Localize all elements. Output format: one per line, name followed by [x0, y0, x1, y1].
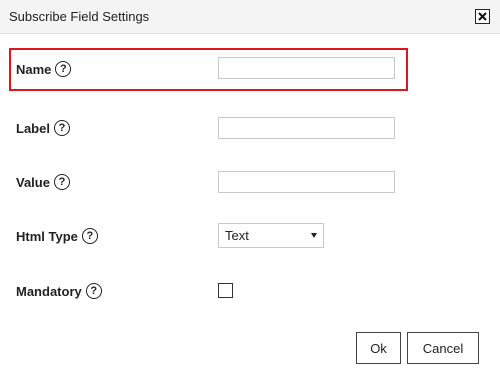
label-field-label: Label ? [16, 118, 70, 138]
mandatory-checkbox[interactable] [218, 283, 233, 298]
dialog-titlebar: Subscribe Field Settings [0, 0, 500, 34]
name-label-text: Name [16, 61, 52, 77]
value-label-text: Value [16, 174, 50, 190]
question-circle-icon[interactable]: ? [53, 174, 70, 190]
name-field-label: Name ? [16, 59, 72, 79]
html-type-label-text: Html Type [16, 228, 78, 244]
html-type-field-label: Html Type ? [16, 226, 98, 246]
value-input[interactable] [218, 171, 395, 193]
mandatory-label-text: Mandatory [16, 283, 82, 299]
cancel-button[interactable]: Cancel [407, 332, 479, 364]
question-circle-icon[interactable]: ? [55, 61, 72, 77]
close-button[interactable] [475, 9, 490, 24]
label-label-text: Label [16, 120, 50, 136]
question-circle-icon[interactable]: ? [81, 228, 98, 244]
html-type-select[interactable]: Text [218, 223, 324, 248]
value-field-label: Value ? [16, 172, 70, 192]
question-circle-icon[interactable]: ? [85, 283, 102, 299]
subscribe-field-settings-dialog: Subscribe Field Settings Name ? Label ? … [0, 0, 500, 384]
question-circle-icon[interactable]: ? [53, 120, 70, 136]
mandatory-field-label: Mandatory ? [16, 281, 102, 301]
ok-button[interactable]: Ok [356, 332, 401, 364]
html-type-selected-value: Text [225, 228, 249, 243]
name-input[interactable] [218, 57, 395, 79]
dialog-title: Subscribe Field Settings [9, 9, 150, 24]
dropdown-arrow-icon [311, 233, 317, 238]
close-icon [478, 12, 487, 21]
label-input[interactable] [218, 117, 395, 139]
